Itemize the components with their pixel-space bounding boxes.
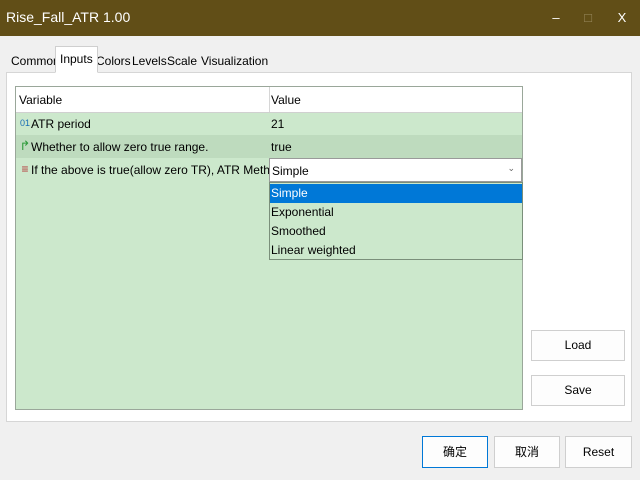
close-icon[interactable]: X bbox=[612, 8, 632, 28]
header-variable[interactable]: Variable bbox=[19, 93, 62, 107]
tab-visualization[interactable]: Visualization bbox=[196, 48, 273, 73]
save-button[interactable]: Save bbox=[531, 375, 625, 406]
chevron-down-icon[interactable]: ⌄ bbox=[507, 163, 515, 174]
select-value: Simple bbox=[272, 164, 309, 178]
window-title: Rise_Fall_ATR 1.00 bbox=[6, 9, 131, 25]
title-bar: Rise_Fall_ATR 1.00 – □ X bbox=[0, 0, 640, 36]
header-divider[interactable] bbox=[269, 87, 270, 112]
input-name: ATR period bbox=[31, 117, 91, 131]
minimize-icon[interactable]: – bbox=[546, 8, 566, 28]
atr-method-dropdown-list: Simple Exponential Smoothed Linear weigh… bbox=[269, 182, 523, 260]
maximize-icon[interactable]: □ bbox=[578, 8, 598, 28]
grid-header: Variable Value bbox=[16, 87, 522, 113]
load-button[interactable]: Load bbox=[531, 330, 625, 361]
input-row-atr-period[interactable]: 01 ATR period 21 bbox=[16, 112, 522, 135]
enum-icon: ≡ bbox=[21, 162, 29, 176]
ok-button[interactable]: 确定 bbox=[422, 436, 488, 468]
input-name: Whether to allow zero true range. bbox=[31, 140, 209, 154]
dropdown-option-simple[interactable]: Simple bbox=[270, 184, 522, 203]
input-row-allow-zero-tr[interactable]: ↱ Whether to allow zero true range. true bbox=[16, 135, 522, 158]
dropdown-option-smoothed[interactable]: Smoothed bbox=[270, 222, 522, 241]
reset-button[interactable]: Reset bbox=[565, 436, 632, 468]
integer-icon: 01 bbox=[19, 118, 30, 128]
input-value[interactable]: true bbox=[271, 140, 292, 154]
dropdown-option-linear-weighted[interactable]: Linear weighted bbox=[270, 241, 522, 260]
header-value[interactable]: Value bbox=[271, 93, 301, 107]
input-value[interactable]: 21 bbox=[271, 117, 284, 131]
cancel-button[interactable]: 取消 bbox=[494, 436, 560, 468]
tab-inputs[interactable]: Inputs bbox=[55, 46, 98, 73]
input-name: If the above is true(allow zero TR), ATR… bbox=[31, 163, 287, 177]
atr-method-select[interactable]: Simple ⌄ bbox=[269, 158, 522, 182]
dropdown-option-exponential[interactable]: Exponential bbox=[270, 203, 522, 222]
boolean-icon: ↱ bbox=[19, 138, 31, 153]
